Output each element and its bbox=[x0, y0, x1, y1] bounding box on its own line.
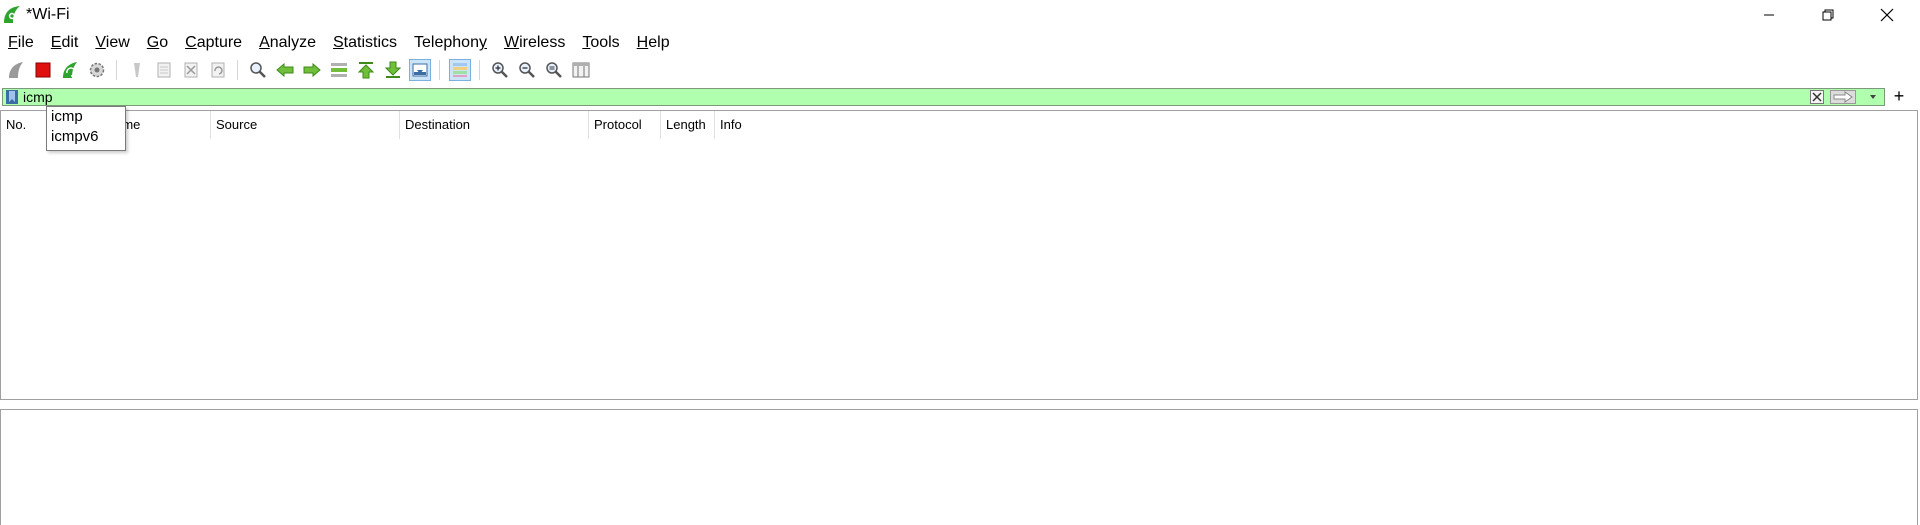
start-capture-button[interactable] bbox=[5, 59, 27, 81]
go-forward-icon bbox=[303, 63, 321, 77]
capture-options-button[interactable] bbox=[86, 59, 108, 81]
go-first-button[interactable] bbox=[355, 59, 377, 81]
go-forward-button[interactable] bbox=[301, 59, 323, 81]
minimize-button[interactable] bbox=[1740, 0, 1798, 29]
restore-icon bbox=[1822, 9, 1834, 20]
menu-file[interactable]: File bbox=[0, 32, 43, 54]
minimize-icon bbox=[1764, 14, 1774, 15]
restore-button[interactable] bbox=[1799, 0, 1857, 29]
autoscroll-toggle[interactable] bbox=[409, 59, 431, 81]
menu-edit[interactable]: Edit bbox=[43, 32, 88, 54]
menu-help[interactable]: Help bbox=[629, 32, 679, 54]
autocomplete-item[interactable]: icmpv6 bbox=[47, 127, 125, 147]
filter-history-dropdown-icon[interactable] bbox=[1866, 90, 1880, 104]
resize-columns-button[interactable] bbox=[570, 59, 592, 81]
reload-file-icon bbox=[211, 62, 225, 78]
main-toolbar bbox=[0, 56, 1920, 84]
column-header-protocol[interactable]: Protocol bbox=[589, 111, 661, 139]
menu-view[interactable]: View bbox=[87, 32, 138, 54]
open-file-icon bbox=[134, 63, 140, 77]
reload-file-button[interactable] bbox=[207, 59, 229, 81]
go-back-icon bbox=[276, 63, 294, 77]
close-file-icon bbox=[184, 62, 198, 78]
column-header-destination[interactable]: Destination bbox=[400, 111, 589, 139]
restart-capture-button[interactable] bbox=[59, 59, 81, 81]
close-button[interactable] bbox=[1858, 0, 1916, 29]
capture-options-icon bbox=[89, 62, 105, 78]
colorize-toggle[interactable] bbox=[449, 59, 471, 81]
filter-autocomplete-popup: icmp icmpv6 bbox=[46, 106, 126, 151]
column-header-length[interactable]: Length bbox=[661, 111, 715, 139]
zoom-in-button[interactable] bbox=[489, 59, 511, 81]
menu-analyze[interactable]: Analyze bbox=[251, 32, 325, 54]
go-back-button[interactable] bbox=[274, 59, 296, 81]
autoscroll-icon bbox=[412, 63, 428, 77]
stop-capture-button[interactable] bbox=[32, 59, 54, 81]
shark-fin-start-icon bbox=[9, 62, 23, 78]
go-to-packet-button[interactable] bbox=[328, 59, 350, 81]
toolbar-separator bbox=[116, 60, 117, 80]
menu-statistics[interactable]: Statistics bbox=[325, 32, 406, 54]
menu-telephony[interactable]: Telephony bbox=[406, 32, 496, 54]
menu-tools[interactable]: Tools bbox=[574, 32, 628, 54]
zoom-normal-icon bbox=[546, 62, 562, 78]
toolbar-separator bbox=[237, 60, 238, 80]
column-header-source[interactable]: Source bbox=[211, 111, 400, 139]
window-title: *Wi-Fi bbox=[26, 6, 70, 23]
go-first-icon bbox=[358, 62, 374, 79]
apply-filter-icon[interactable] bbox=[1830, 90, 1856, 104]
autocomplete-item[interactable]: icmp bbox=[47, 107, 125, 127]
menu-wireless[interactable]: Wireless bbox=[496, 32, 574, 54]
column-header-info[interactable]: Info bbox=[715, 111, 1915, 139]
zoom-out-button[interactable] bbox=[516, 59, 538, 81]
find-packet-button[interactable] bbox=[247, 59, 269, 81]
add-filter-button[interactable]: + bbox=[1890, 86, 1908, 106]
bookmark-icon[interactable] bbox=[6, 90, 18, 104]
resize-columns-icon bbox=[572, 62, 590, 78]
packet-details-pane[interactable] bbox=[0, 409, 1918, 525]
go-last-button[interactable] bbox=[382, 59, 404, 81]
display-filter-input[interactable] bbox=[23, 89, 1803, 105]
toolbar-separator bbox=[439, 60, 440, 80]
go-to-packet-icon bbox=[331, 63, 347, 77]
zoom-in-icon bbox=[492, 62, 508, 78]
menu-go[interactable]: Go bbox=[139, 32, 177, 54]
zoom-normal-button[interactable] bbox=[543, 59, 565, 81]
wireshark-logo-icon bbox=[3, 5, 22, 24]
display-filter-bar bbox=[2, 88, 1885, 106]
clear-filter-icon[interactable] bbox=[1810, 90, 1824, 104]
restart-capture-icon bbox=[63, 62, 77, 78]
close-file-button[interactable] bbox=[180, 59, 202, 81]
close-icon bbox=[1880, 8, 1894, 21]
save-file-button[interactable] bbox=[153, 59, 175, 81]
find-packet-icon bbox=[250, 62, 266, 78]
toolbar-separator bbox=[479, 60, 480, 80]
colorize-icon bbox=[453, 63, 467, 77]
stop-capture-icon bbox=[35, 62, 51, 78]
zoom-out-icon bbox=[519, 62, 535, 78]
menu-capture[interactable]: Capture bbox=[177, 32, 251, 54]
packet-list-header: No. Time Source Destination Protocol Len… bbox=[1, 111, 1917, 139]
menu-bar: File Edit View Go Capture Analyze Statis… bbox=[0, 32, 679, 54]
title-bar: *Wi-Fi bbox=[0, 0, 1920, 29]
packet-list-pane[interactable]: No. Time Source Destination Protocol Len… bbox=[0, 110, 1918, 400]
go-last-icon bbox=[385, 61, 401, 78]
open-file-button[interactable] bbox=[126, 59, 148, 81]
save-file-icon bbox=[157, 62, 171, 78]
